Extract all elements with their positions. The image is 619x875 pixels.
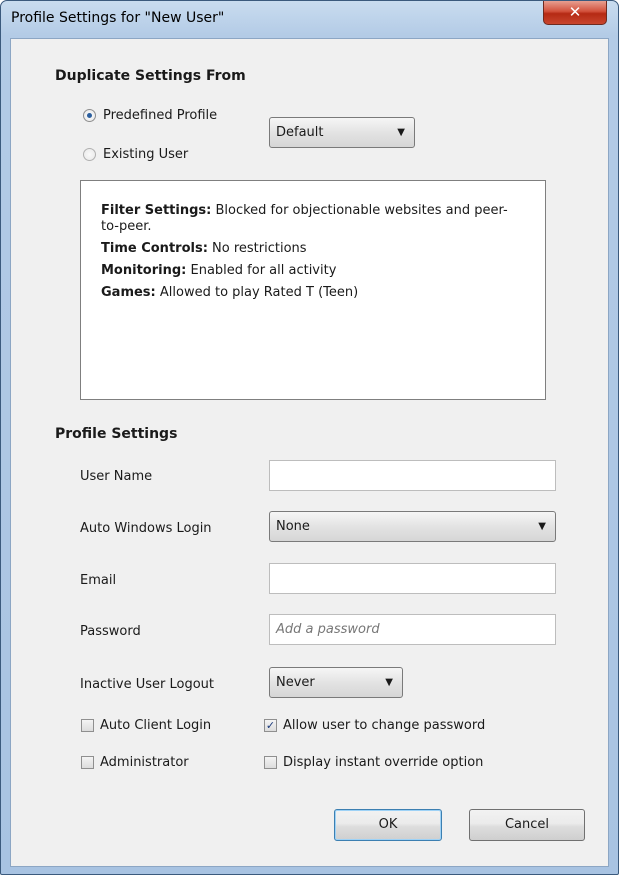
checkbox[interactable] [81,719,94,732]
chevron-down-icon: ▼ [397,127,405,138]
auto-client-login-checkbox[interactable]: Auto Client Login [81,718,211,733]
auto-windows-login-label: Auto Windows Login [80,521,212,536]
checkbox-label: Auto Client Login [100,718,212,733]
administrator-checkbox[interactable]: Administrator [81,755,189,770]
checkbox-label: Allow user to change password [283,718,486,733]
auto-windows-login-value: None [276,519,310,534]
summary-filter: Filter Settings: Blocked for objectionab… [101,203,508,234]
checkbox-label: Display instant override option [283,755,484,770]
chevron-down-icon: ▼ [538,521,546,532]
check-icon[interactable]: ✓ [264,719,277,732]
profile-select-value: Default [276,125,324,140]
profile-select[interactable]: Default ▼ [269,117,415,148]
radio-label: Predefined Profile [103,108,218,123]
inactive-user-logout-label: Inactive User Logout [80,677,214,692]
radio-button[interactable] [83,148,96,161]
auto-windows-login-select[interactable]: None ▼ [269,511,556,542]
inactive-user-logout-value: Never [276,675,315,690]
allow-change-password-checkbox[interactable]: ✓ Allow user to change password [264,718,485,733]
radio-existing-user[interactable]: Existing User [83,147,188,162]
password-input[interactable]: Add a password [269,614,556,645]
display-instant-override-checkbox[interactable]: Display instant override option [264,755,483,770]
inactive-user-logout-select[interactable]: Never ▼ [269,667,403,698]
checkbox[interactable] [264,756,277,769]
summary-time: Time Controls: No restrictions [101,241,307,256]
radio-button-selected[interactable] [83,109,96,122]
duplicate-settings-heading: Duplicate Settings From [55,68,246,84]
user-name-label: User Name [80,469,153,484]
dialog-client-area: Duplicate Settings From Predefined Profi… [10,38,609,867]
email-label: Email [80,573,117,588]
radio-label: Existing User [103,147,189,162]
ok-button[interactable]: OK [334,809,442,841]
chevron-down-icon: ▼ [385,677,393,688]
checkbox-label: Administrator [100,755,189,770]
title-bar[interactable]: Profile Settings for "New User" ✕ [1,1,618,37]
checkbox[interactable] [81,756,94,769]
radio-predefined-profile[interactable]: Predefined Profile [83,108,217,123]
profile-summary-box: Filter Settings: Blocked for objectionab… [80,180,546,400]
user-name-input[interactable] [269,460,556,491]
profile-settings-heading: Profile Settings [55,426,178,442]
summary-monitoring: Monitoring: Enabled for all activity [101,263,337,278]
summary-games: Games: Allowed to play Rated T (Teen) [101,285,359,300]
window-title: Profile Settings for "New User" [11,10,225,26]
password-label: Password [80,624,141,639]
email-input[interactable] [269,563,556,594]
dialog-window: Profile Settings for "New User" ✕ Duplic… [0,0,619,875]
cancel-button[interactable]: Cancel [469,809,585,841]
close-icon: ✕ [568,3,582,21]
close-button[interactable]: ✕ [543,1,607,25]
